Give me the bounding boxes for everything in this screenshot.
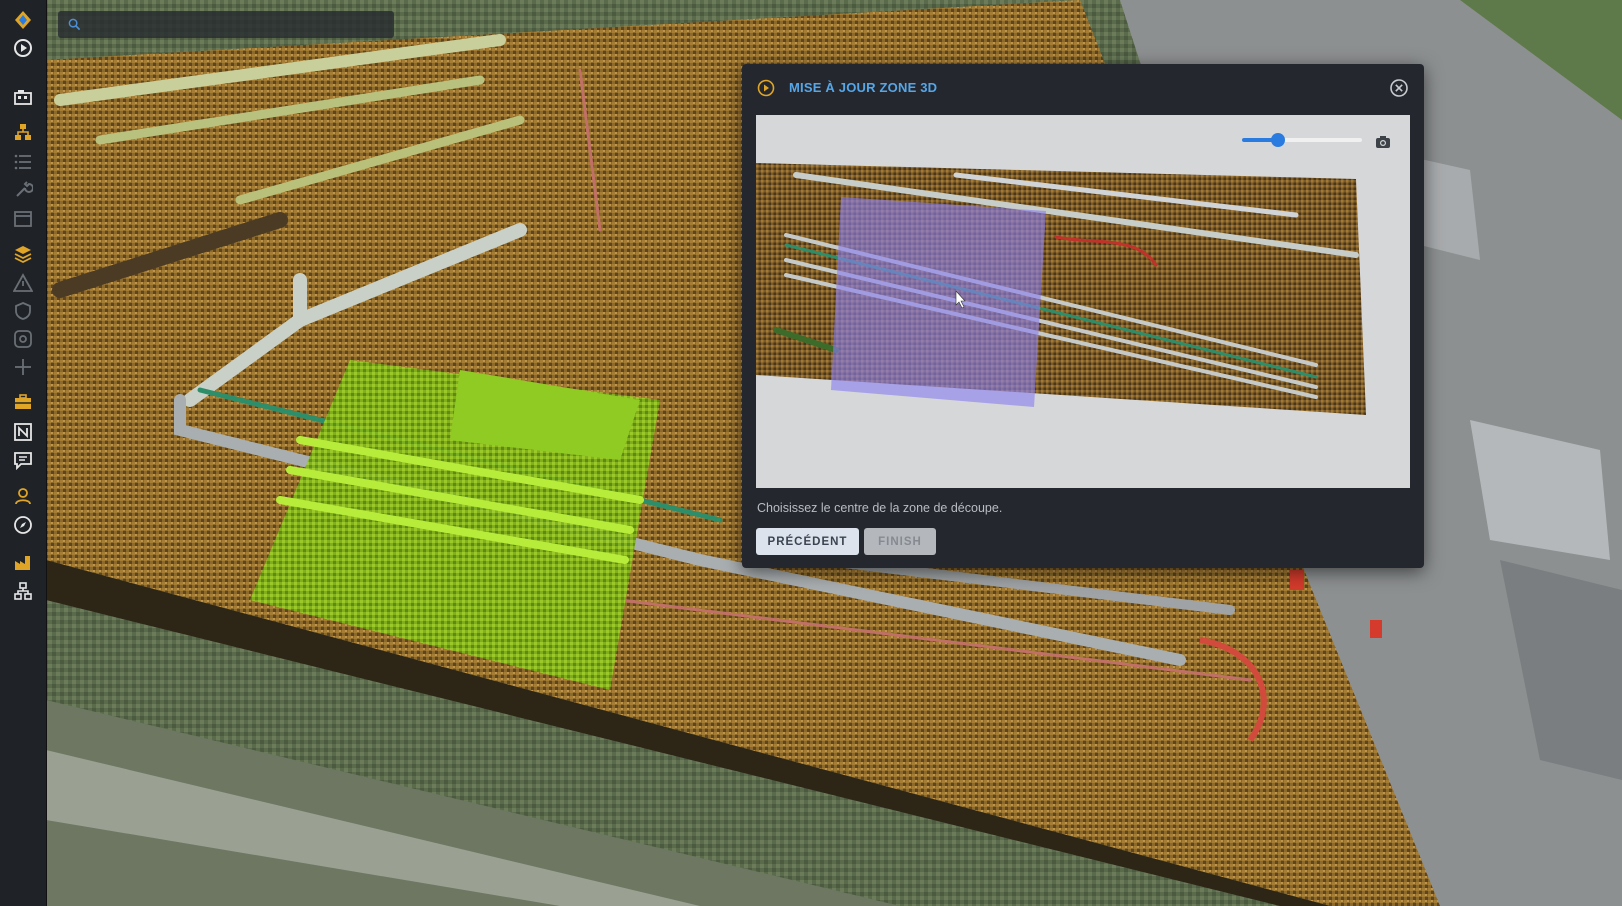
sidebar xyxy=(0,0,47,906)
dialog-title-icon xyxy=(757,79,775,97)
wrench-icon[interactable] xyxy=(11,178,35,202)
toolbox-icon[interactable] xyxy=(11,390,35,414)
network-icon[interactable] xyxy=(11,579,35,603)
crosshair-icon[interactable] xyxy=(11,355,35,379)
hierarchy-icon[interactable] xyxy=(11,120,35,144)
calendar-icon[interactable] xyxy=(11,206,35,230)
slider-thumb[interactable] xyxy=(1271,133,1285,147)
search-input[interactable] xyxy=(86,13,390,38)
shield-icon[interactable] xyxy=(11,299,35,323)
compass-icon[interactable] xyxy=(11,513,35,537)
layers-icon[interactable] xyxy=(11,242,35,266)
list-icon[interactable] xyxy=(11,150,35,174)
play-circle-icon[interactable] xyxy=(11,36,35,60)
finish-button[interactable]: FINISH xyxy=(864,528,936,555)
point-cloud-preview[interactable] xyxy=(756,115,1410,488)
search-icon xyxy=(68,18,81,31)
at-sign-icon[interactable] xyxy=(11,327,35,351)
warning-icon[interactable] xyxy=(11,271,35,295)
zoom-slider[interactable] xyxy=(1242,133,1362,147)
cut-zone-selection xyxy=(831,197,1046,407)
dialog-header: MISE À JOUR ZONE 3D xyxy=(742,64,1424,112)
dialog-title: MISE À JOUR ZONE 3D xyxy=(789,80,938,95)
previous-button[interactable]: PRÉCÉDENT xyxy=(756,528,859,555)
zone-preview-viewport[interactable] xyxy=(756,115,1410,488)
building-icon[interactable] xyxy=(11,85,35,109)
comment-icon[interactable] xyxy=(11,448,35,472)
search-bar xyxy=(58,11,394,38)
close-icon[interactable] xyxy=(1389,78,1409,98)
instruction-text: Choisissez le centre de la zone de décou… xyxy=(757,501,1003,515)
factory-icon[interactable] xyxy=(11,550,35,574)
app-logo-icon[interactable] xyxy=(11,8,35,32)
update-3d-zone-dialog: MISE À JOUR ZONE 3D Choisissez le centre… xyxy=(742,64,1424,568)
camera-icon[interactable] xyxy=(1372,131,1394,153)
blueprint-icon[interactable] xyxy=(11,420,35,444)
user-icon[interactable] xyxy=(11,484,35,508)
